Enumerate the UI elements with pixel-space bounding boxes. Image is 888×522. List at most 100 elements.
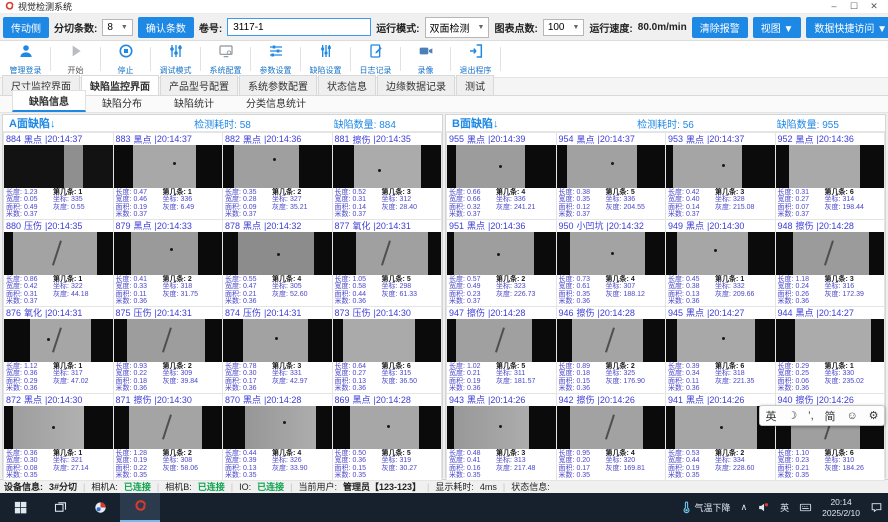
defect-cell[interactable]: 949 黑点 |20:14:30 长度:0.45 宽度:0.38 面积:0.13… <box>666 220 775 306</box>
action-camera-button[interactable]: 录像 <box>402 41 449 77</box>
ime-punct-icon[interactable]: ’, <box>808 410 814 422</box>
clear-alarm-button[interactable]: 清除报警 <box>692 17 748 38</box>
defect-cell[interactable]: 948 擦伤 |20:14:28 长度:1.18 宽度:0.24 面积:0.26… <box>776 220 885 306</box>
input-language-button[interactable]: 英 <box>775 493 794 522</box>
task-view-icon <box>53 500 68 515</box>
defect-cell[interactable]: 879 黑点 |20:14:33 长度:0.41 宽度:0.33 面积:0.11… <box>114 220 223 306</box>
defect-cell[interactable]: 954 黑点 |20:14:37 长度:0.38 宽度:0.35 面积:0.12… <box>557 133 666 219</box>
defect-cell[interactable]: 882 黑点 |20:14:36 长度:0.35 宽度:0.28 面积:0.09… <box>223 133 332 219</box>
defect-cell[interactable]: 872 黑点 |20:14:30 长度:0.36 宽度:0.30 面积:0.08… <box>4 394 113 480</box>
main-tab-4[interactable]: 状态信息 <box>318 75 376 95</box>
defect-cell[interactable]: 874 压伤 |20:14:31 长度:0.78 宽度:0.30 面积:0.17… <box>223 307 332 393</box>
pinned-app-button[interactable] <box>80 493 120 522</box>
ime-lang-en[interactable]: 英 <box>765 408 776 424</box>
defect-cell[interactable]: 877 氧化 |20:14:31 长度:1.05 宽度:0.58 面积:0.44… <box>333 220 442 306</box>
roll-number-input[interactable] <box>227 18 371 36</box>
defect-cell[interactable]: 943 黑点 |20:14:26 长度:0.48 宽度:0.41 面积:0.16… <box>447 394 556 480</box>
defect-cell-header: 953 黑点 |20:14:37 <box>666 133 775 145</box>
sub-tab-1[interactable]: 缺陷分布 <box>86 93 158 112</box>
ime-halfwidth-icon[interactable]: ☽ <box>787 409 797 422</box>
main-tab-1[interactable]: 缺陷监控界面 <box>81 75 159 95</box>
action-defect-sliders-button[interactable]: 缺陷设置 <box>302 41 349 77</box>
ime-settings-icon[interactable]: ⚙ <box>869 409 879 422</box>
run-mode-select[interactable]: 双面检测▼ <box>425 17 490 38</box>
defect-cell[interactable]: 876 氧化 |20:14:31 长度:1.12 宽度:0.36 面积:0.29… <box>4 307 113 393</box>
maximize-button[interactable]: ☐ <box>844 0 864 13</box>
tray-expand-button[interactable]: ∧ <box>736 493 753 522</box>
defect-cell[interactable]: 942 擦伤 |20:14:26 长度:0.95 宽度:0.20 面积:0.17… <box>557 394 666 480</box>
defect-cell[interactable]: 947 擦伤 |20:14:28 长度:1.02 宽度:0.21 面积:0.19… <box>447 307 556 393</box>
thermometer-icon <box>680 501 693 514</box>
panel-b-header: B面缺陷↓ 检测耗时: 56 缺陷数量: 955 <box>446 115 885 132</box>
defect-mark <box>283 421 286 424</box>
action-exit-button[interactable]: 退出程序 <box>452 41 499 77</box>
defect-cell[interactable]: 950 小凹坑 |20:14:32 长度:0.73 宽度:0.61 面积:0.3… <box>557 220 666 306</box>
sub-tab-3[interactable]: 分类信息统计 <box>230 93 322 112</box>
action-label: 系统配置 <box>210 65 242 76</box>
main-tab-5[interactable]: 边缘数据记录 <box>377 75 455 95</box>
defect-cell[interactable]: 871 擦伤 |20:14:30 长度:1.28 宽度:0.19 面积:0.22… <box>114 394 223 480</box>
action-monitor-button[interactable]: 系统配置 <box>202 41 249 77</box>
view-menu-button[interactable]: 视图 ▼ <box>753 17 802 38</box>
ime-emoji-icon[interactable]: ☺ <box>846 410 857 422</box>
confirm-count-button[interactable]: 确认条数 <box>138 17 194 38</box>
language-indicator: 英 <box>780 501 789 514</box>
defect-cell[interactable]: 955 黑点 |20:14:39 长度:0.66 宽度:0.66 面积:0.32… <box>447 133 556 219</box>
action-center-button[interactable] <box>865 493 888 522</box>
task-view-button[interactable] <box>40 493 80 522</box>
defect-cell[interactable]: 883 黑点 |20:14:37 长度:0.47 宽度:0.46 面积:0.19… <box>114 133 223 219</box>
defect-cell[interactable]: 951 黑点 |20:14:36 长度:0.57 宽度:0.49 面积:0.23… <box>447 220 556 306</box>
active-app-button[interactable] <box>120 493 160 522</box>
defect-cell[interactable]: 870 黑点 |20:14:28 长度:0.44 宽度:0.39 面积:0.13… <box>223 394 332 480</box>
defect-time: |20:14:31 <box>45 308 82 318</box>
clock-date: 2025/2/10 <box>822 508 860 518</box>
start-button[interactable] <box>0 493 40 522</box>
main-tab-6[interactable]: 测试 <box>456 75 494 95</box>
weather-widget[interactable]: 气温下降 <box>675 493 736 522</box>
sub-tab-0[interactable]: 缺陷信息 <box>12 90 86 112</box>
defect-cell[interactable]: 880 压伤 |20:14:35 长度:0.86 宽度:0.42 面积:0.31… <box>4 220 113 306</box>
action-user-button[interactable]: 管理登录 <box>2 41 49 77</box>
defect-type: 黑点 <box>243 220 261 232</box>
defect-cell[interactable]: 952 黑点 |20:14:36 长度:0.31 宽度:0.27 面积:0.07… <box>776 133 885 219</box>
defect-cell-header: 869 黑点 |20:14:28 <box>333 394 442 406</box>
defect-cell[interactable]: 946 擦伤 |20:14:28 长度:0.89 宽度:0.18 面积:0.15… <box>557 307 666 393</box>
main-tab-3[interactable]: 系统参数配置 <box>239 75 317 95</box>
defect-cell[interactable]: 953 黑点 |20:14:37 长度:0.42 宽度:0.40 面积:0.14… <box>666 133 775 219</box>
minimize-button[interactable]: – <box>824 0 844 13</box>
panel-b-title[interactable]: B面缺陷↓ <box>452 115 594 131</box>
defect-id: 874 <box>225 308 240 318</box>
defect-scratch-mark <box>162 414 172 439</box>
action-params-sliders-button[interactable]: 参数设置 <box>252 41 299 77</box>
defect-cell[interactable]: 875 压伤 |20:14:31 长度:0.93 宽度:0.22 面积:0.18… <box>114 307 223 393</box>
defect-cell-header: 949 黑点 |20:14:30 <box>666 220 775 232</box>
defect-cell[interactable]: 878 黑点 |20:14:32 长度:0.55 宽度:0.47 面积:0.21… <box>223 220 332 306</box>
touch-keyboard-button[interactable] <box>794 493 817 522</box>
sub-tab-2[interactable]: 缺陷统计 <box>158 93 230 112</box>
defect-cell[interactable]: 944 黑点 |20:14:27 长度:0.29 宽度:0.25 面积:0.06… <box>776 307 885 393</box>
defect-time: |20:14:26 <box>598 395 635 405</box>
main-tab-2[interactable]: 产品型号配置 <box>160 75 238 95</box>
defect-type: 氧化 <box>353 220 371 232</box>
defect-cell[interactable]: 873 压伤 |20:14:30 长度:0.64 宽度:0.27 面积:0.13… <box>333 307 442 393</box>
slit-count-select[interactable]: 8▼ <box>102 19 133 36</box>
volume-button[interactable] <box>752 493 775 522</box>
defect-info: 长度:1.12 宽度:0.36 面积:0.29 米数:0.36 第几条:1 坐标… <box>4 362 113 393</box>
taskbar-clock[interactable]: 20:14 2025/2/10 <box>817 493 865 522</box>
drive-side-button[interactable]: 传动侧 <box>3 17 49 38</box>
data-quick-access-button[interactable]: 数据快捷访问 ▼ <box>806 17 888 38</box>
defect-cell-header: 871 擦伤 |20:14:30 <box>114 394 223 406</box>
defect-cell[interactable]: 869 黑点 |20:14:28 长度:0.50 宽度:0.36 面积:0.15… <box>333 394 442 480</box>
chart-points-select[interactable]: 100▼ <box>543 19 585 36</box>
close-button[interactable]: ✕ <box>864 0 884 13</box>
action-stop-button[interactable]: 停止 <box>102 41 149 77</box>
action-debug-sliders-button[interactable]: 调试模式 <box>152 41 199 77</box>
defect-cell[interactable]: 881 擦伤 |20:14:35 长度:0.52 宽度:0.31 面积:0.14… <box>333 133 442 219</box>
defect-cell[interactable]: 884 黑点 |20:14:37 长度:1.23 宽度:0.05 面积:0.49… <box>4 133 113 219</box>
action-play-button[interactable]: 开始 <box>52 41 99 77</box>
ime-simplified[interactable]: 简 <box>825 408 836 424</box>
panel-a-title[interactable]: A面缺陷↓ <box>9 115 151 131</box>
defect-id: 950 <box>559 221 574 231</box>
defect-cell[interactable]: 945 黑点 |20:14:27 长度:0.39 宽度:0.34 面积:0.11… <box>666 307 775 393</box>
action-log-button[interactable]: 日志记录 <box>352 41 399 77</box>
